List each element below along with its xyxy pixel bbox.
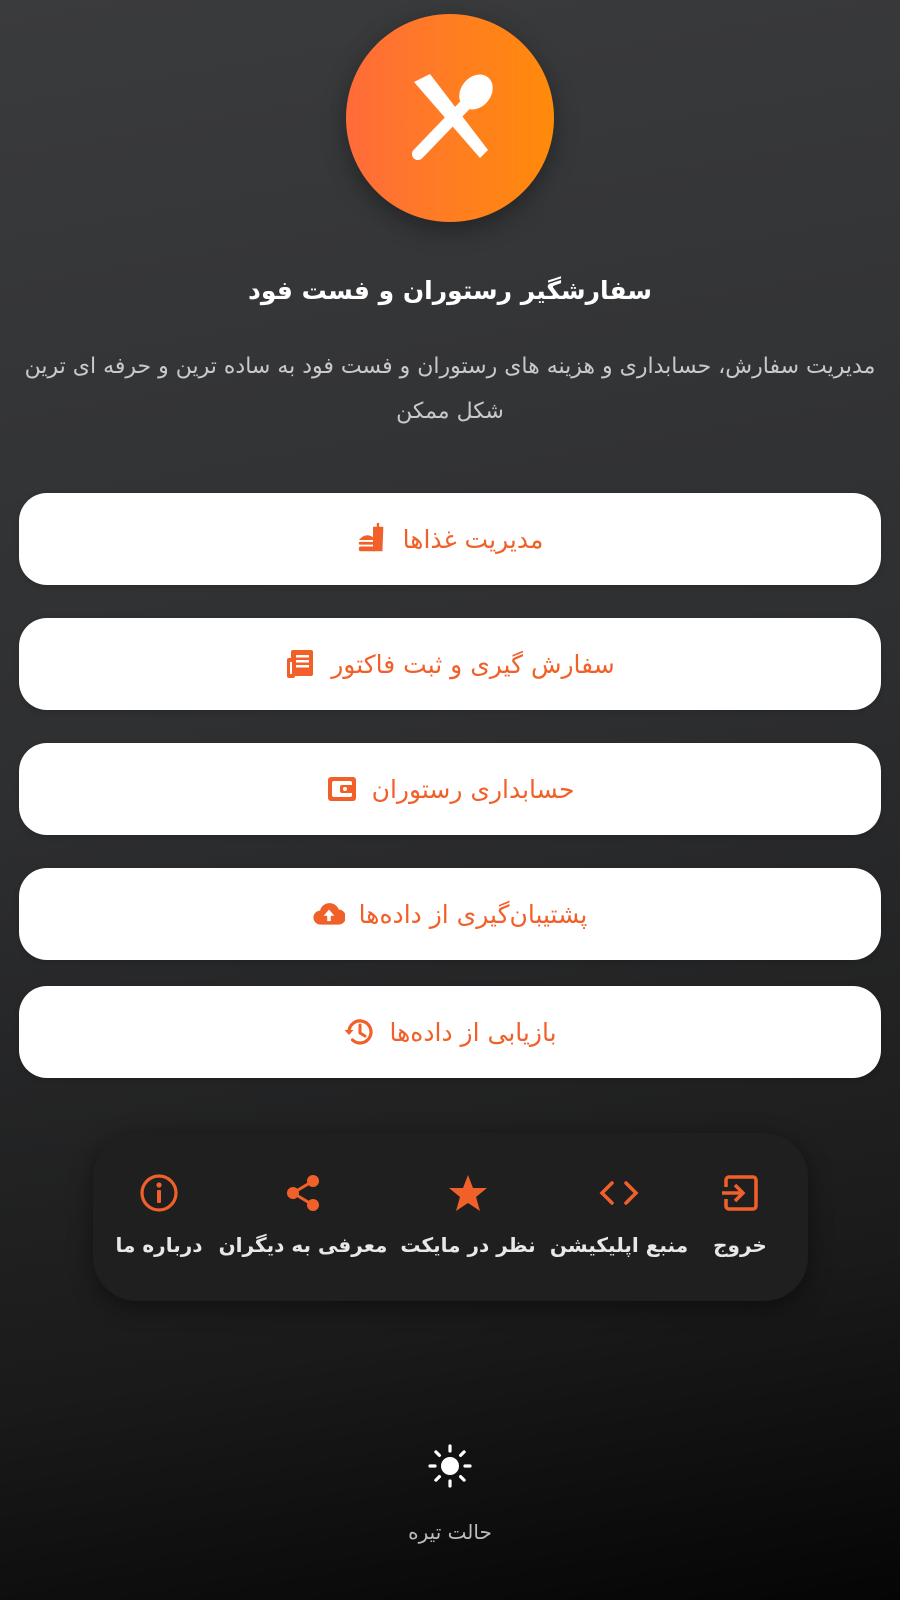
rate-app-button[interactable]: نظر در مایکت: [400, 1133, 536, 1301]
restaurant-accounting-button[interactable]: حسابداری رستوران: [19, 743, 881, 835]
app-logo: [346, 14, 554, 222]
bar-label: معرفی به دیگران: [218, 1233, 388, 1257]
menu-label: سفارش گیری و ثبت فاکتور: [331, 649, 615, 679]
bar-label: خروج: [713, 1233, 767, 1257]
menu-label: مدیریت غذاها: [402, 524, 544, 554]
app-description: مدیریت سفارش، حسابداری و هزینه های رستور…: [24, 354, 876, 424]
share-icon: [281, 1171, 325, 1215]
about-button[interactable]: درباره ما: [115, 1133, 203, 1301]
receipt-icon: [285, 648, 317, 680]
order-invoice-button[interactable]: سفارش گیری و ثبت فاکتور: [19, 618, 881, 710]
restore-data-button[interactable]: بازیابی از داده‌ها: [19, 986, 881, 1078]
fork-spoon-icon: [412, 74, 493, 160]
wallet-icon: [326, 773, 358, 805]
info-icon: [137, 1171, 181, 1215]
fast-food-icon: [357, 523, 389, 555]
menu-label: بازیابی از داده‌ها: [389, 1017, 557, 1047]
bar-label: درباره ما: [115, 1233, 203, 1257]
exit-icon: [718, 1171, 762, 1215]
backup-data-button[interactable]: پشتیبان‌گیری از داده‌ها: [19, 868, 881, 960]
dark-mode-label: حالت تیره: [408, 1520, 492, 1544]
star-icon: [446, 1171, 490, 1215]
restore-history-icon: [343, 1016, 375, 1048]
menu-label: حسابداری رستوران: [371, 774, 575, 804]
bottom-action-bar: خروج منبع اپلیکیشن نظر در مایکت معرفی به…: [93, 1133, 808, 1301]
app-source-button[interactable]: منبع اپلیکیشن: [549, 1133, 689, 1301]
code-icon: [597, 1171, 641, 1215]
menu-label: پشتیبان‌گیری از داده‌ها: [358, 899, 588, 929]
dark-mode-toggle[interactable]: حالت تیره: [390, 1440, 510, 1550]
manage-foods-button[interactable]: مدیریت غذاها: [19, 493, 881, 585]
app-title: سفارشگیر رستوران و فست فود: [248, 276, 652, 305]
exit-button[interactable]: خروج: [700, 1133, 780, 1301]
cloud-upload-icon: [313, 898, 345, 930]
sun-icon: [428, 1444, 472, 1488]
share-button[interactable]: معرفی به دیگران: [219, 1133, 387, 1301]
bar-label: نظر در مایکت: [400, 1233, 536, 1257]
bar-label: منبع اپلیکیشن: [549, 1233, 689, 1257]
